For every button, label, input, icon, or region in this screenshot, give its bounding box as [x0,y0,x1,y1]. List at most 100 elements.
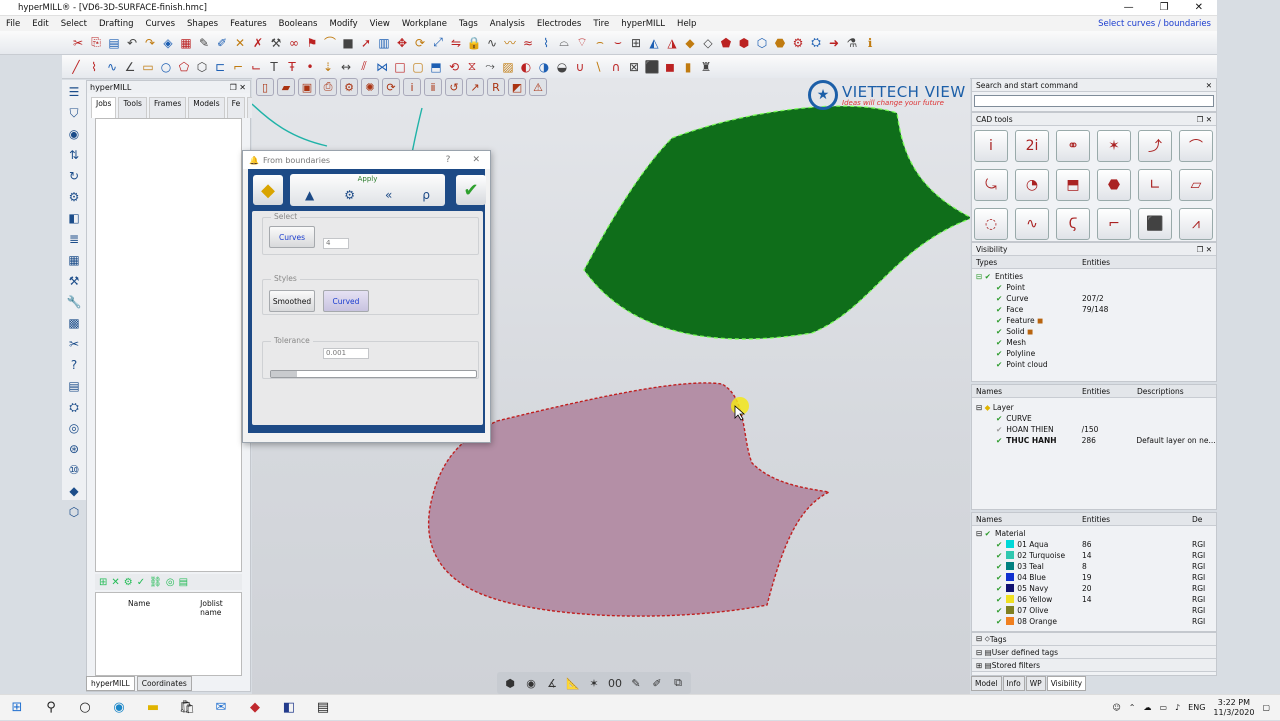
visible-icon[interactable]: ✔ [996,573,1002,582]
task-view-icon[interactable]: ○ [68,695,102,721]
chart-icon[interactable]: ▥ [376,35,392,51]
spindle-icon[interactable]: ⊛ [65,440,83,458]
curve-h-icon[interactable]: ⌣ [610,35,626,51]
tool-holder-icon[interactable]: ⚒ [65,272,83,290]
command-search-input[interactable] [974,95,1214,107]
curve-d-icon[interactable]: ⌇ [538,35,554,51]
cad-solid-icon[interactable]: ⬛ [1138,208,1172,240]
cad-stack-icon[interactable]: ⬒ [1056,169,1090,201]
tab-jobs[interactable]: Jobs [91,97,117,118]
visible-icon[interactable]: ✔ [996,327,1002,336]
green-view-icon[interactable]: ◉ [522,674,540,692]
chevron-left-icon[interactable]: « [385,188,392,202]
collapse-icon[interactable]: ⊟ [976,529,985,538]
tab-wp[interactable]: WP [1025,676,1046,691]
curve-b-icon[interactable]: 〰 [502,35,518,51]
delete-icon[interactable]: ✕ [232,35,248,51]
surface-c-icon[interactable]: ◆ [682,35,698,51]
search-close-icon[interactable]: ✕ [1206,81,1212,90]
panel-pin-close-icon[interactable]: ❐ ✕ [230,83,246,92]
volume-icon[interactable]: ♪ [1175,703,1180,712]
tool-b-icon[interactable]: ⛭ [808,35,824,51]
solid-c-icon[interactable]: ▮ [680,59,696,75]
file-explorer-icon[interactable]: ▬ [136,695,170,721]
tab-frames[interactable]: Frames [148,97,187,118]
extend-icon[interactable]: ↔ [338,59,354,75]
tab-hypermill[interactable]: hyperMILL [86,676,135,691]
tool-list-icon[interactable]: ☰ [65,83,83,101]
curves-count-field[interactable]: 4 [323,238,349,249]
revolve-icon[interactable]: ⟲ [446,59,462,75]
tab-models[interactable]: Models [188,97,225,118]
blade-icon[interactable]: ✺ [361,78,379,96]
surface-b-icon[interactable]: ◮ [664,35,680,51]
cad-s-curve-icon[interactable]: Ϛ [1056,208,1090,240]
visible-icon[interactable]: ✔ [996,617,1002,626]
chevron-up-icon[interactable]: ⌃ [1129,703,1136,712]
ruler-icon[interactable]: 📐 [564,674,582,692]
refresh-icon[interactable]: ↻ [65,167,83,185]
double-zero-icon[interactable]: 00 [606,674,624,692]
surface-a-icon[interactable]: ◭ [646,35,662,51]
menu-booleans[interactable]: Booleans [273,19,324,29]
type-row[interactable]: ✔ Solid ◼ [972,326,1216,337]
type-row[interactable]: ✔ Point cloud [972,359,1216,370]
close-button[interactable]: ✕ [1195,2,1203,13]
patch-icon[interactable]: ▨ [500,59,516,75]
menu-tire[interactable]: Tire [587,19,615,29]
material-row[interactable]: ✔ 06 Yellow 14 RGI [972,594,1216,605]
dialog-close-button[interactable]: ✕ [472,155,480,165]
angle-icon[interactable]: ∠ [122,59,138,75]
clock[interactable]: 3:22 PM 11/3/2020 [1213,698,1254,718]
cad-info-icon[interactable]: ⅰ [974,130,1008,162]
cone-icon[interactable]: ▲ [305,188,314,202]
menu-workplane[interactable]: Workplane [396,19,453,29]
hypermill-app-icon[interactable]: ◆ [238,695,272,721]
surface-e-icon[interactable]: ⬟ [718,35,734,51]
job-check-icon[interactable]: ✓ [137,577,145,588]
intersect-icon[interactable]: ∩ [608,59,624,75]
material-row[interactable]: ✔ 04 Blue 19 RGI [972,572,1216,583]
cad-hook-icon[interactable]: ⌐ [1097,208,1131,240]
filter-icon[interactable]: ⛉ [65,104,83,122]
menu-file[interactable]: File [0,19,26,29]
tool-a-icon[interactable]: ⚙ [790,35,806,51]
hex-icon[interactable]: ⬡ [194,59,210,75]
visible-icon[interactable]: ✔ [996,551,1002,560]
number-ten-icon[interactable]: ⑩ [65,461,83,479]
surface-f-icon[interactable]: ⬢ [736,35,752,51]
tab-visibility[interactable]: Visibility [1046,676,1087,691]
layer-row[interactable]: ✔ HOAN THIEN/150 [972,424,1216,435]
point-icon[interactable]: • [302,59,318,75]
language-indicator[interactable]: ENG [1188,703,1205,712]
union-icon[interactable]: ∪ [572,59,588,75]
cad-wave-icon[interactable]: ∿ [1015,208,1049,240]
visible-icon[interactable]: ✔ [996,584,1002,593]
cube-view-icon[interactable]: ⧉ [669,674,687,692]
curve-f-icon[interactable]: ⌔ [574,35,590,51]
menu-drafting[interactable]: Drafting [93,19,140,29]
store-icon[interactable]: 🛍 [170,695,204,721]
job-add-icon[interactable]: ⊞ [99,577,107,588]
stock-icon[interactable]: ◧ [65,209,83,227]
text-b-icon[interactable]: Ŧ [284,59,300,75]
job-link-icon[interactable]: ⛓ [149,577,162,588]
tab-model[interactable]: Model [971,676,1002,691]
layer-row[interactable]: ⊟ ◆ Layer [972,402,1216,413]
table-icon[interactable]: ▦ [178,35,194,51]
material-row[interactable]: ✔ 08 Orange RGI [972,616,1216,627]
copy-icon[interactable]: ⎘ [88,35,104,51]
cad-radius-icon[interactable]: ◌ [974,208,1008,240]
brush-icon[interactable]: ✎ [627,674,645,692]
search-icon[interactable]: ⚲ [34,695,68,721]
curves-button[interactable]: Curves [269,226,315,248]
arrow-tool-icon[interactable]: ↗ [466,78,484,96]
material-row[interactable]: ✔ 07 Olive RGI [972,605,1216,616]
cad-branch-icon[interactable]: ⤴ [1138,130,1172,162]
polygon-icon[interactable]: ⬠ [176,59,192,75]
shade-icon[interactable]: ⬢ [501,674,519,692]
minimize-button[interactable]: — [1124,2,1134,13]
settings-icon[interactable]: ⚙ [344,188,355,202]
network-icon[interactable]: ▭ [1159,703,1167,712]
visible-icon[interactable]: ✔ [996,316,1002,325]
